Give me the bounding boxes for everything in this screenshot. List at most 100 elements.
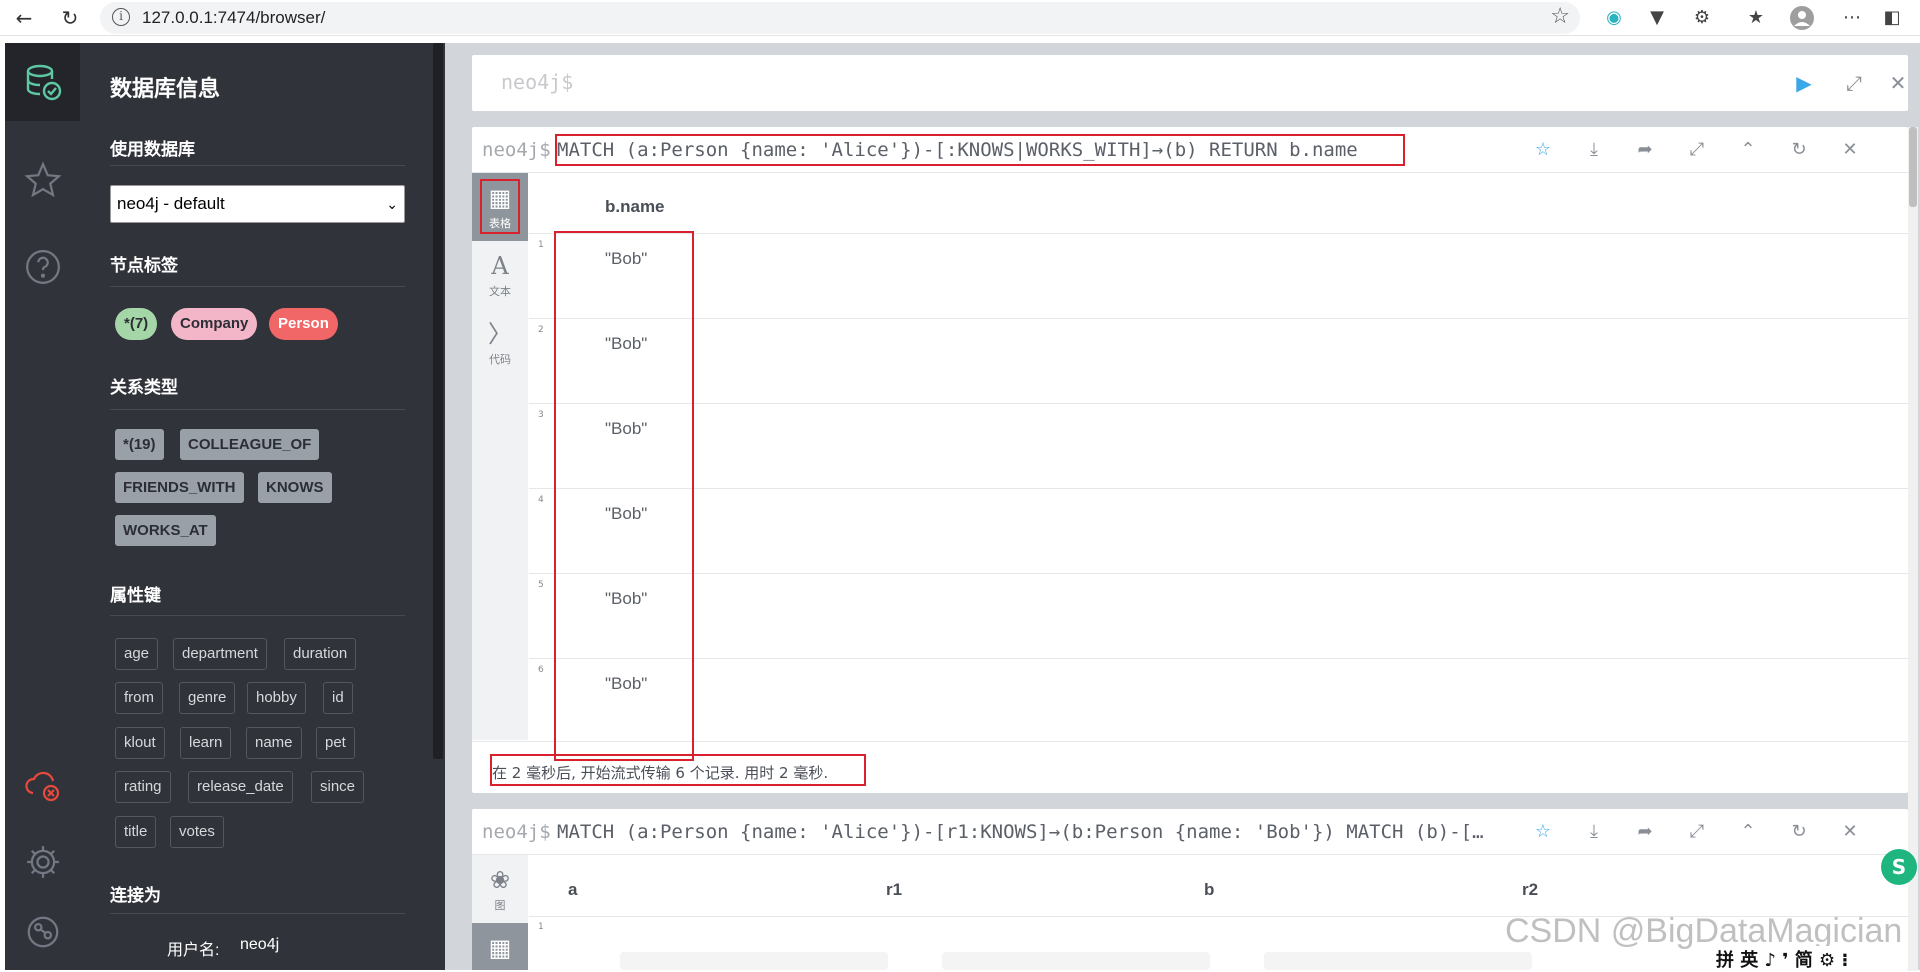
- property-key[interactable]: from: [115, 682, 163, 714]
- property-key[interactable]: rating: [115, 771, 171, 803]
- node-label-person[interactable]: Person: [269, 308, 338, 340]
- sidebar-toggle-icon[interactable]: ◧: [1880, 6, 1904, 30]
- divider: [110, 165, 405, 166]
- property-key[interactable]: id: [323, 682, 353, 714]
- favorite-star-icon[interactable]: ☆: [1529, 136, 1557, 164]
- close-icon[interactable]: ✕: [1836, 136, 1864, 164]
- scrollbar-thumb[interactable]: [1909, 127, 1917, 207]
- download-icon[interactable]: ⤓: [1580, 136, 1608, 164]
- table-view-label: 表格: [489, 217, 511, 230]
- row-divider: [529, 318, 1908, 319]
- site-info-icon[interactable]: i: [112, 8, 130, 26]
- fullscreen-icon[interactable]: ⤢: [1840, 69, 1868, 97]
- favorites-star-icon[interactable]: [5, 141, 80, 219]
- table-view-tab[interactable]: ▦: [472, 923, 528, 970]
- collapse-chevron-up-icon[interactable]: ⌃: [1734, 136, 1762, 164]
- extension-icon[interactable]: ◉: [1602, 6, 1626, 30]
- help-icon[interactable]: [5, 228, 80, 306]
- about-neo4j-icon[interactable]: [5, 893, 80, 971]
- node-label-company[interactable]: Company: [171, 308, 258, 340]
- graph-view-tab[interactable]: ❀ 图: [472, 855, 528, 923]
- table-cell: "Bob": [605, 249, 648, 268]
- rel-type-works-at[interactable]: WORKS_AT: [115, 515, 216, 546]
- property-key[interactable]: name: [246, 727, 302, 759]
- property-keys-heading: 属性键: [110, 586, 161, 606]
- row-number: 5: [538, 580, 544, 590]
- frame-prompt: neo4j$: [482, 139, 551, 161]
- result-frame: neo4j$ MATCH (a:Person {name: 'Alice'})-…: [472, 127, 1908, 793]
- disconnected-cloud-icon[interactable]: [5, 746, 80, 824]
- table-icon: ▦: [488, 934, 512, 962]
- settings-gear-icon[interactable]: [5, 823, 80, 901]
- property-key[interactable]: duration: [284, 638, 357, 670]
- address-bar[interactable]: i 127.0.0.1:7474/browser/ ☆: [100, 2, 1580, 34]
- table-icon: ▦: [488, 184, 512, 212]
- reload-icon[interactable]: ↻: [56, 4, 84, 32]
- node-label-all[interactable]: *(7): [115, 308, 158, 340]
- query-editor[interactable]: neo4j$ ▶ ⤢ ✕: [472, 55, 1908, 111]
- close-icon[interactable]: ✕: [1836, 818, 1864, 846]
- vue-extension-icon[interactable]: ▼: [1645, 6, 1669, 30]
- row-number: 1: [538, 922, 544, 932]
- column-header: r1: [886, 880, 903, 899]
- property-key[interactable]: age: [115, 638, 159, 670]
- node-labels-heading: 节点标签: [110, 256, 178, 276]
- collapse-chevron-up-icon[interactable]: ⌃: [1734, 818, 1762, 846]
- username-value: neo4j: [240, 936, 280, 953]
- rerun-icon[interactable]: ↻: [1785, 818, 1813, 846]
- property-key[interactable]: release_date: [188, 771, 293, 803]
- frame-prompt: neo4j$: [482, 821, 551, 843]
- fullscreen-icon[interactable]: ⤢: [1683, 136, 1711, 164]
- drawer-scrollbar[interactable]: [433, 43, 443, 759]
- fullscreen-icon[interactable]: ⤢: [1683, 818, 1711, 846]
- property-key[interactable]: title: [115, 816, 157, 848]
- assistant-bubble-icon[interactable]: S: [1881, 849, 1917, 885]
- rerun-icon[interactable]: ↻: [1785, 136, 1813, 164]
- property-key[interactable]: since: [311, 771, 365, 803]
- icon-bar: [5, 43, 80, 970]
- favorites-icon[interactable]: ★: [1744, 6, 1768, 30]
- ime-toolbar[interactable]: 拼 英 ♪ ❜ 简 ⚙ ⁝: [1716, 946, 1849, 972]
- use-database-heading: 使用数据库: [110, 140, 195, 160]
- profile-avatar-icon[interactable]: [1790, 6, 1814, 30]
- property-key[interactable]: genre: [179, 682, 236, 714]
- rel-type-colleague-of[interactable]: COLLEAGUE_OF: [180, 429, 320, 460]
- property-key[interactable]: votes: [170, 816, 224, 848]
- download-icon[interactable]: ⤓: [1580, 818, 1608, 846]
- frame-query[interactable]: MATCH (a:Person {name: 'Alice'})-[r1:KNO…: [557, 821, 1567, 843]
- bookmark-star-icon[interactable]: ☆: [1550, 4, 1570, 29]
- view-switcher: ▦ 表格 A 文本 〉 代码: [472, 173, 528, 740]
- divider: [110, 409, 405, 410]
- property-key[interactable]: klout: [115, 727, 165, 759]
- rel-type-knows[interactable]: KNOWS: [258, 472, 332, 503]
- property-key[interactable]: department: [173, 638, 267, 670]
- database-info-icon[interactable]: [5, 43, 80, 121]
- puzzle-icon[interactable]: ⚙: [1690, 6, 1714, 30]
- text-view-tab[interactable]: A 文本: [472, 241, 528, 309]
- database-select[interactable]: neo4j - default ⌄: [110, 185, 405, 223]
- table-view-tab[interactable]: ▦ 表格: [472, 173, 528, 241]
- rel-type-all[interactable]: *(19): [115, 429, 164, 460]
- more-menu-icon[interactable]: ⋯: [1840, 6, 1864, 30]
- code-view-label: 代码: [489, 353, 511, 366]
- rel-type-friends-with[interactable]: FRIENDS_WITH: [115, 472, 244, 503]
- run-play-icon[interactable]: ▶: [1790, 69, 1818, 97]
- favorite-star-icon[interactable]: ☆: [1529, 818, 1557, 846]
- close-icon[interactable]: ✕: [1884, 69, 1912, 97]
- frame-header: neo4j$ MATCH (a:Person {name: 'Alice'})-…: [472, 809, 1908, 855]
- row-divider: [529, 658, 1908, 659]
- row-number: 3: [538, 410, 544, 420]
- property-key[interactable]: hobby: [247, 682, 306, 714]
- json-cell: [942, 952, 1210, 970]
- code-view-tab[interactable]: 〉 代码: [472, 309, 528, 377]
- database-info-drawer: 数据库信息 使用数据库 neo4j - default ⌄ 节点标签 *(7) …: [80, 43, 445, 970]
- property-key[interactable]: pet: [316, 727, 355, 759]
- stream-scrollbar[interactable]: [1908, 127, 1918, 971]
- property-key[interactable]: learn: [180, 727, 232, 759]
- row-number: 6: [538, 665, 544, 675]
- back-arrow-icon[interactable]: ←: [10, 4, 38, 32]
- pin-icon[interactable]: ➦: [1631, 818, 1659, 846]
- pin-icon[interactable]: ➦: [1631, 136, 1659, 164]
- frame-query[interactable]: MATCH (a:Person {name: 'Alice'})-[:KNOWS…: [557, 139, 1387, 161]
- frame-divider: [472, 741, 1908, 742]
